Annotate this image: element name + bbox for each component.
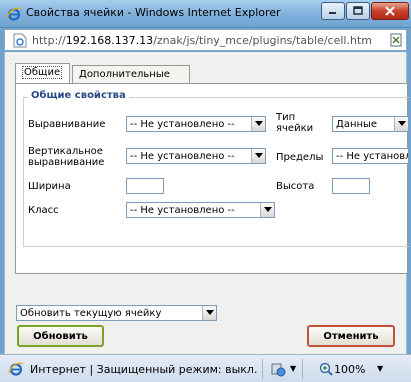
chevron-down-icon — [251, 117, 265, 131]
maximize-icon — [353, 6, 363, 15]
valign-label-line1: Вертикальное — [28, 146, 103, 157]
action-select-value: Обновить текущую ячейку — [20, 307, 162, 319]
tab-advanced-label: Дополнительные — [79, 69, 170, 80]
celltype-select-value: Данные — [336, 118, 378, 130]
title-bar[interactable]: Свойства ячейки - Windows Internet Explo… — [0, 0, 411, 28]
address-path: /znak/js/tiny_mce/plugins/table/cell.htm — [153, 34, 372, 47]
tab-advanced[interactable]: Дополнительные — [72, 65, 190, 84]
status-divider — [262, 359, 263, 379]
address-scheme: http:// — [32, 34, 66, 47]
width-label: Ширина — [28, 181, 71, 192]
class-select-value: -- Не установлено -- — [130, 204, 235, 216]
valign-select-value: -- Не установлено -- — [130, 150, 235, 162]
scope-select-value: -- Не установлено -- — [336, 150, 408, 162]
status-divider — [302, 359, 303, 379]
chevron-down-icon — [394, 117, 408, 131]
celltype-label-line1: Тип — [276, 112, 296, 123]
height-input[interactable] — [332, 178, 370, 194]
align-label: Выравнивание — [28, 119, 106, 130]
tab-general-label: Общие — [22, 66, 63, 79]
valign-select[interactable]: -- Не установлено -- — [126, 148, 266, 164]
maximize-button[interactable] — [346, 2, 370, 20]
scope-label: Пределы — [276, 152, 324, 163]
close-icon — [385, 6, 395, 16]
scope-select[interactable]: -- Не установлено -- — [332, 148, 409, 164]
chevron-down-icon[interactable]: ▼ — [377, 364, 383, 373]
tab-general[interactable]: Общие — [15, 63, 70, 84]
page-icon — [13, 33, 27, 48]
close-button[interactable] — [371, 2, 409, 20]
address-host: 192.168.137.13 — [65, 34, 154, 47]
valign-label-line2: выравнивание — [28, 157, 105, 168]
internet-zone-icon — [8, 361, 24, 377]
window-title: Свойства ячейки - Windows Internet Explo… — [26, 6, 281, 19]
align-select[interactable]: -- Не установлено -- — [126, 116, 266, 132]
chevron-down-icon[interactable]: ▼ — [290, 364, 296, 373]
align-select-value: -- Не установлено -- — [130, 118, 235, 130]
address-text[interactable]: http://192.168.137.13/znak/js/tiny_mce/p… — [32, 34, 372, 47]
fieldset-legend: Общие свойства — [28, 90, 129, 101]
height-label: Высота — [276, 181, 315, 192]
celltype-label-line2: ячейки — [276, 123, 314, 134]
page-action-icon[interactable] — [389, 33, 403, 47]
ie-icon — [6, 6, 22, 22]
status-bar: Интернет | Защищенный режим: выкл. ▼ 100… — [0, 354, 411, 382]
protected-mode-icon[interactable] — [270, 361, 286, 377]
minimize-button[interactable] — [321, 2, 345, 20]
update-button-label: Обновить — [33, 330, 88, 342]
zoom-icon[interactable] — [318, 361, 334, 377]
cancel-button-label: Отменить — [323, 330, 379, 342]
width-input[interactable] — [126, 178, 164, 194]
chevron-down-icon — [251, 149, 265, 163]
class-select[interactable]: -- Не установлено -- — [126, 202, 275, 218]
status-text: Интернет | Защищенный режим: выкл. — [30, 363, 258, 376]
address-bar[interactable]: http://192.168.137.13/znak/js/tiny_mce/p… — [4, 29, 407, 51]
minimize-icon — [329, 12, 336, 14]
update-button[interactable]: Обновить — [17, 325, 104, 347]
chevron-down-icon — [202, 306, 216, 320]
celltype-select[interactable]: Данные — [332, 116, 409, 132]
action-select[interactable]: Обновить текущую ячейку — [16, 305, 217, 321]
chevron-down-icon — [260, 203, 274, 217]
cancel-button[interactable]: Отменить — [307, 325, 395, 347]
class-label: Класс — [28, 205, 59, 216]
tab-panel: Общие свойства Выравнивание -- Не устано… — [15, 83, 409, 274]
zoom-level[interactable]: 100% — [334, 363, 365, 376]
